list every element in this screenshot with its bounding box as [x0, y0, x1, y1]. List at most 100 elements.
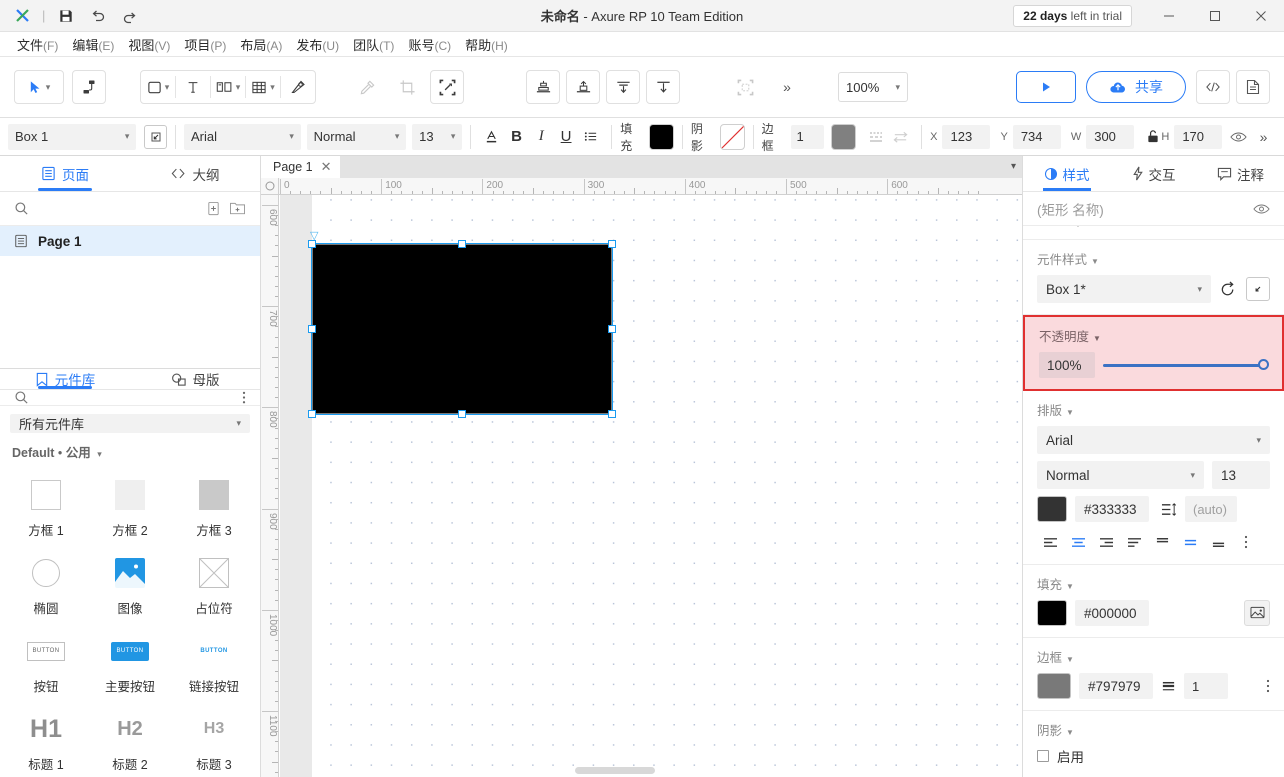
menu-account[interactable]: 账号(C)	[401, 32, 458, 57]
border-color-hex[interactable]: #797979	[1079, 673, 1153, 699]
typography-font-family-select[interactable]: Arial ▾	[1037, 426, 1270, 454]
bullet-list-button[interactable]	[578, 124, 603, 150]
resize-handle-sw[interactable]	[308, 410, 316, 418]
library-item-primary-button[interactable]: BUTTON 主要按钮	[88, 625, 172, 699]
rectangle-tool-button[interactable]: ▾	[141, 71, 175, 103]
transform-tool-button[interactable]	[430, 70, 464, 104]
generate-doc-button[interactable]	[1236, 70, 1270, 104]
menu-project[interactable]: 项目(P)	[177, 32, 233, 57]
font-weight-select[interactable]: Normal ▾	[306, 123, 407, 150]
toolbar-overflow-button[interactable]: »	[770, 70, 804, 104]
chevron-down-icon[interactable]: ▾	[1011, 161, 1016, 172]
font-color-button[interactable]	[479, 124, 504, 150]
valign-top-icon[interactable]	[1149, 531, 1175, 553]
border-color-swatch[interactable]	[831, 123, 856, 150]
minimize-button[interactable]	[1146, 0, 1192, 32]
library-item-h2[interactable]: H2 标题 2	[88, 703, 172, 777]
typography-color-swatch[interactable]	[1037, 496, 1067, 522]
menu-file[interactable]: 文件(F)	[10, 32, 65, 57]
inspect-code-button[interactable]	[1196, 70, 1230, 104]
typography-more-icon[interactable]	[1233, 531, 1259, 553]
library-item-box1[interactable]: 方框 1	[4, 469, 88, 543]
width-field[interactable]: W 300	[1071, 124, 1135, 149]
border-section-title[interactable]: 边框 ▼	[1037, 647, 1270, 666]
font-family-select[interactable]: Arial ▾	[183, 123, 301, 150]
redo-button[interactable]	[115, 3, 145, 29]
visibility-eye-icon[interactable]	[1253, 203, 1270, 215]
table-tool-button[interactable]: ▾	[246, 71, 280, 103]
fill-section-title[interactable]: 填充 ▼	[1037, 574, 1270, 593]
widget-style-select[interactable]: Box 1 ▾	[8, 123, 137, 150]
library-item-h1[interactable]: H1 标题 1	[4, 703, 88, 777]
library-item-image[interactable]: 图像	[88, 547, 172, 621]
clipped-alignment-icons[interactable]	[1037, 226, 1087, 231]
preview-button[interactable]	[1016, 71, 1076, 103]
border-width-input[interactable]: 1	[790, 124, 824, 149]
canvas-horizontal-scrollbar[interactable]	[280, 766, 1022, 776]
design-canvas[interactable]: ▽	[280, 195, 1022, 777]
align-center-icon[interactable]	[1065, 531, 1091, 553]
bold-button[interactable]: B	[504, 124, 529, 150]
resize-handle-ne[interactable]	[608, 240, 616, 248]
horizontal-ruler[interactable]: 0 100 200 300 400 500 600	[279, 178, 1022, 195]
chevron-down-icon[interactable]: ▾	[46, 82, 51, 93]
typography-font-size-input[interactable]: 13	[1212, 461, 1270, 489]
apply-style-icon[interactable]	[1246, 277, 1270, 301]
zoom-select[interactable]: 100% ▾	[838, 72, 908, 102]
library-item-box3[interactable]: 方框 3	[172, 469, 256, 543]
valign-bottom-icon[interactable]	[1205, 531, 1231, 553]
shadow-enable-checkbox[interactable]	[1037, 750, 1049, 762]
resize-handle-n[interactable]	[458, 240, 466, 248]
pen-tool-button[interactable]	[281, 71, 315, 103]
tab-style[interactable]: 样式	[1023, 156, 1110, 191]
underline-button[interactable]: U	[554, 124, 579, 150]
tab-notes[interactable]: 注释	[1197, 156, 1284, 191]
scrollbar-thumb[interactable]	[575, 767, 655, 774]
fill-color-hex[interactable]: #000000	[1075, 600, 1149, 626]
slider-knob[interactable]	[1258, 359, 1269, 370]
opacity-slider[interactable]	[1103, 355, 1269, 375]
align-left-icon[interactable]	[1037, 531, 1063, 553]
menu-edit[interactable]: 编辑(E)	[65, 32, 121, 57]
line-height-input[interactable]: (auto)	[1185, 496, 1237, 522]
typography-section-title[interactable]: 排版 ▼	[1037, 400, 1270, 419]
resize-handle-w[interactable]	[308, 325, 316, 333]
apply-style-button[interactable]	[144, 124, 167, 149]
library-select[interactable]: 所有元件库 ▾	[10, 414, 250, 433]
align-left-button[interactable]	[526, 70, 560, 104]
typography-color-hex[interactable]: #333333	[1075, 496, 1149, 522]
stylebar-overflow-button[interactable]: »	[1251, 124, 1276, 150]
align-justify-icon[interactable]	[1121, 531, 1147, 553]
ruler-origin-button[interactable]	[261, 178, 279, 195]
crop-tool-button[interactable]	[390, 70, 424, 104]
chevron-down-icon[interactable]: ▾	[236, 82, 241, 93]
x-value[interactable]: 123	[942, 124, 991, 149]
text-tool-button[interactable]	[176, 71, 210, 103]
shadow-enable-row[interactable]: 启用	[1037, 746, 1270, 766]
fill-image-button[interactable]	[1244, 600, 1270, 626]
library-options-icon[interactable]	[242, 390, 246, 405]
rotation-handle-icon[interactable]: ▽	[310, 231, 318, 242]
align-right-icon[interactable]	[1093, 531, 1119, 553]
save-button[interactable]	[51, 3, 81, 29]
eyedropper-tool-button[interactable]	[350, 70, 384, 104]
line-spacing-icon[interactable]	[1161, 502, 1177, 517]
border-style-button[interactable]	[864, 124, 889, 150]
group-button[interactable]	[728, 70, 762, 104]
align-top-button[interactable]	[566, 70, 600, 104]
add-folder-button[interactable]	[229, 201, 246, 216]
page-item-page1[interactable]: Page 1	[0, 226, 260, 256]
vertical-ruler[interactable]: 600 700 800 900 1000 1100	[261, 195, 279, 777]
h-value[interactable]: 170	[1174, 124, 1223, 149]
rectangle-widget-box1[interactable]	[312, 244, 612, 414]
menu-view[interactable]: 视图(V)	[121, 32, 177, 57]
tab-pages[interactable]: 页面	[0, 156, 130, 191]
library-item-ellipse[interactable]: 椭圆	[4, 547, 88, 621]
chevron-down-icon[interactable]: ▾	[270, 82, 275, 93]
valign-middle-icon[interactable]	[1177, 531, 1203, 553]
dynamic-panel-tool-button[interactable]: ▾	[211, 71, 245, 103]
update-style-icon[interactable]	[1219, 280, 1238, 299]
trial-badge[interactable]: 22 days left in trial	[1013, 5, 1132, 27]
font-size-select[interactable]: 13 ▾	[412, 123, 463, 150]
distribute-vertical-button[interactable]	[606, 70, 640, 104]
